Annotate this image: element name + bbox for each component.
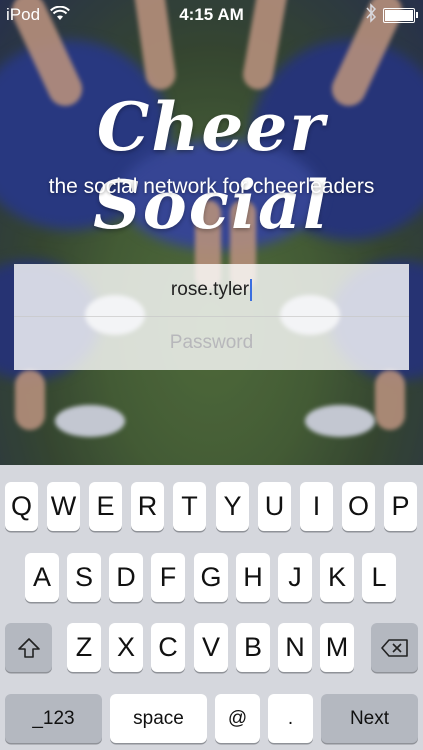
key-v[interactable]: V (194, 623, 228, 672)
shift-icon (17, 637, 41, 659)
username-value: rose.tyler (170, 279, 250, 300)
key-a[interactable]: A (25, 553, 59, 602)
key-b[interactable]: B (236, 623, 270, 672)
key-q[interactable]: Q (5, 482, 38, 531)
next-key[interactable]: Next (321, 694, 418, 743)
text-cursor (250, 279, 253, 301)
numbers-mode-key[interactable]: _123 (5, 694, 102, 743)
key-t[interactable]: T (173, 482, 206, 531)
key-g[interactable]: G (194, 553, 228, 602)
delete-icon (380, 638, 410, 658)
key-o[interactable]: O (342, 482, 375, 531)
key-k[interactable]: K (320, 553, 354, 602)
key-r[interactable]: R (131, 482, 164, 531)
key-e[interactable]: E (89, 482, 122, 531)
key-m[interactable]: M (320, 623, 354, 672)
delete-key[interactable] (371, 623, 418, 672)
key-w[interactable]: W (47, 482, 80, 531)
password-placeholder: Password (169, 332, 254, 353)
app-logo: Cheer Social (93, 88, 330, 244)
status-bar: iPod 4:15 AM (0, 0, 423, 30)
key-l[interactable]: L (362, 553, 396, 602)
battery-icon (383, 8, 418, 23)
bluetooth-icon (365, 3, 377, 28)
key-x[interactable]: X (109, 623, 143, 672)
username-field[interactable]: rose.tyler (14, 264, 409, 317)
key-j[interactable]: J (278, 553, 312, 602)
key-c[interactable]: C (151, 623, 185, 672)
login-form: rose.tyler Password (14, 264, 409, 370)
key-n[interactable]: N (278, 623, 312, 672)
key-i[interactable]: I (300, 482, 333, 531)
dot-key[interactable]: . (268, 694, 313, 743)
key-z[interactable]: Z (67, 623, 101, 672)
key-s[interactable]: S (67, 553, 101, 602)
key-h[interactable]: H (236, 553, 270, 602)
key-u[interactable]: U (258, 482, 291, 531)
battery-fill (385, 10, 413, 21)
key-d[interactable]: D (109, 553, 143, 602)
at-key[interactable]: @ (215, 694, 260, 743)
clock: 4:15 AM (179, 5, 244, 24)
app-tagline: the social network for cheerleaders (48, 175, 375, 198)
password-field[interactable]: Password (14, 317, 409, 369)
shift-key[interactable] (5, 623, 52, 672)
key-f[interactable]: F (151, 553, 185, 602)
key-y[interactable]: Y (216, 482, 249, 531)
space-key[interactable]: space (110, 694, 207, 743)
key-p[interactable]: P (384, 482, 417, 531)
keyboard: Q W E R T Y U I O P A S D F G H J K L Z … (0, 465, 423, 750)
